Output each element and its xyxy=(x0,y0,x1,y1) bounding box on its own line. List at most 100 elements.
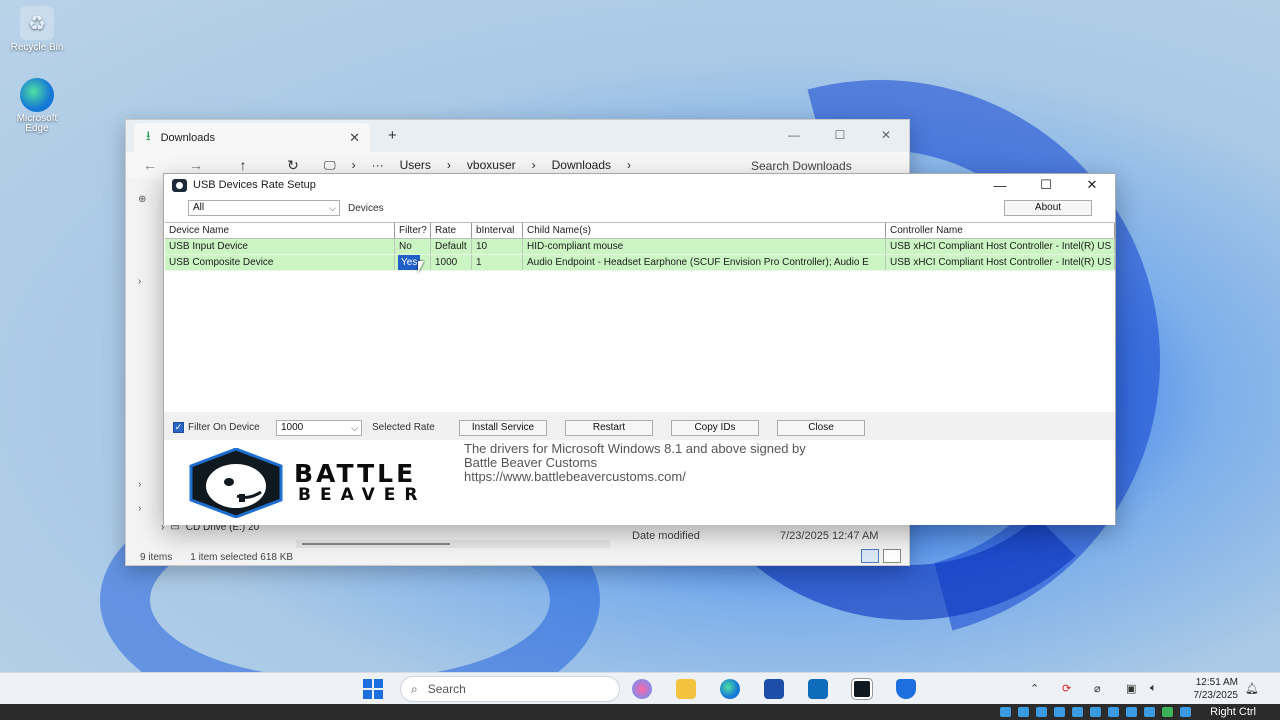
more-icon[interactable]: ··· xyxy=(372,158,384,172)
cell-child[interactable]: HID-compliant mouse xyxy=(523,239,886,254)
restart-button[interactable]: Restart xyxy=(565,420,653,436)
column-header-date-modified[interactable]: Date modified xyxy=(632,530,700,542)
close-icon[interactable]: ✕ xyxy=(1069,174,1115,196)
cell-child[interactable]: Audio Endpoint - Headset Earphone (SCUF … xyxy=(523,255,886,270)
add-icon[interactable]: ⊕ xyxy=(138,194,146,205)
table-row[interactable]: USB Input Device No Default 10 HID-compl… xyxy=(165,239,1115,255)
chevron-right-icon: › xyxy=(446,158,451,172)
beaver-app-icon xyxy=(172,178,187,192)
vm-optical-icon[interactable] xyxy=(1018,707,1029,717)
close-icon[interactable]: ✕ xyxy=(863,120,909,150)
cell-filter-selected[interactable]: Yes xyxy=(398,255,421,270)
info-line: Battle Beaver Customs xyxy=(464,455,597,470)
explorer-tab[interactable]: ⭳ Downloads ✕ xyxy=(134,123,370,152)
column-header[interactable]: Child Name(s) xyxy=(523,223,886,238)
up-icon[interactable]: ↑ xyxy=(218,157,268,173)
rate-select[interactable]: 1000 ⌵ xyxy=(276,420,362,436)
table-row[interactable]: USB Composite Device Yes 1000 1 Audio En… xyxy=(165,255,1115,271)
taskbar-search-label: Search xyxy=(427,682,466,696)
minimize-icon[interactable]: — xyxy=(771,120,817,150)
date-modified-value: 7/23/2025 12:47 AM xyxy=(780,530,879,542)
about-panel: BATTLE BEAVER The drivers for Microsoft … xyxy=(164,440,1115,525)
refresh-icon[interactable]: ↻ xyxy=(268,157,318,174)
outlook-icon[interactable] xyxy=(808,679,828,699)
maximize-icon[interactable]: ☐ xyxy=(1023,174,1069,196)
cell-binterval[interactable]: 10 xyxy=(472,239,523,254)
column-header[interactable]: Rate xyxy=(431,223,472,238)
breadcrumb-item[interactable]: Downloads xyxy=(552,158,611,172)
cell-device[interactable]: USB Input Device xyxy=(165,239,395,254)
vm-shared-folder-icon[interactable] xyxy=(1090,707,1101,717)
table-header: Device Name Filter? Rate bInterval Child… xyxy=(165,223,1115,239)
close-icon[interactable]: ✕ xyxy=(349,130,360,146)
website-link[interactable]: https://www.battlebeavercustoms.com/ xyxy=(464,470,806,484)
file-explorer-icon[interactable] xyxy=(676,679,696,699)
vm-hdd-icon[interactable] xyxy=(1000,707,1011,717)
notification-bell-icon[interactable]: 🔔︎ xyxy=(1245,682,1259,695)
battle-beaver-wordmark: BATTLE BEAVER xyxy=(294,461,426,504)
about-button[interactable]: About xyxy=(1004,200,1092,216)
details-view-button[interactable] xyxy=(861,549,879,563)
taskbar-search[interactable]: ⌕ Search xyxy=(400,676,620,702)
cell-rate[interactable]: 1000 xyxy=(431,255,472,270)
vm-cpu-icon[interactable] xyxy=(1144,707,1155,717)
cell-filter[interactable]: No xyxy=(395,239,431,254)
cell-binterval[interactable]: 1 xyxy=(472,255,523,270)
chevron-right-icon[interactable]: › xyxy=(138,503,141,514)
start-icon[interactable] xyxy=(363,679,383,699)
filter-on-device-checkbox[interactable]: ✓ xyxy=(173,422,184,433)
edge-icon[interactable] xyxy=(720,679,740,699)
cell-device[interactable]: USB Composite Device xyxy=(165,255,395,270)
vm-usb-icon[interactable] xyxy=(1072,707,1083,717)
column-header[interactable]: Controller Name xyxy=(886,223,1115,238)
rate-select-value: 1000 xyxy=(281,422,304,433)
new-tab-button[interactable]: + xyxy=(388,127,397,144)
desktop-icon-edge[interactable]: Microsoft Edge xyxy=(2,78,72,134)
desktop-icon-label: Microsoft Edge xyxy=(16,113,58,134)
chevron-up-icon[interactable]: ⌃ xyxy=(1030,682,1039,695)
device-filter-select[interactable]: All ⌵ xyxy=(188,200,340,216)
column-header[interactable]: Filter? xyxy=(395,223,431,238)
horizontal-scrollbar[interactable] xyxy=(296,540,610,548)
column-header[interactable]: Device Name xyxy=(165,223,395,238)
vm-mouse-icon[interactable] xyxy=(1180,707,1191,717)
breadcrumb-item[interactable]: vboxuser xyxy=(467,158,516,172)
maximize-icon[interactable]: ☐ xyxy=(817,120,863,150)
cell-controller[interactable]: USB xHCI Compliant Host Controller - Int… xyxy=(886,239,1115,254)
display-icon[interactable]: ▣ xyxy=(1126,682,1136,695)
clock[interactable]: 12:51 AM 7/23/2025 xyxy=(1194,676,1239,702)
security-shield-icon[interactable] xyxy=(896,679,916,699)
network-icon[interactable]: ⌀ xyxy=(1094,682,1101,695)
forward-icon[interactable]: → xyxy=(174,157,218,173)
breadcrumb-item[interactable]: Users xyxy=(400,158,431,172)
speaker-icon[interactable]: 🔈︎ xyxy=(1150,682,1157,695)
minimize-icon[interactable]: — xyxy=(977,174,1023,196)
close-button[interactable]: Close xyxy=(777,420,865,436)
copy-ids-button[interactable]: Copy IDs xyxy=(671,420,759,436)
cell-rate[interactable]: Default xyxy=(431,239,472,254)
vm-display-icon[interactable] xyxy=(1108,707,1119,717)
sync-icon[interactable]: ⟳ xyxy=(1062,682,1071,695)
cell-controller[interactable]: USB xHCI Compliant Host Controller - Int… xyxy=(886,255,1115,270)
clock-date: 7/23/2025 xyxy=(1193,690,1239,701)
install-service-button[interactable]: Install Service xyxy=(459,420,547,436)
search-icon: ⌕ xyxy=(411,681,418,696)
vm-audio-icon[interactable] xyxy=(1036,707,1047,717)
back-icon[interactable]: ← xyxy=(126,157,174,173)
column-header[interactable]: bInterval xyxy=(472,223,523,238)
vm-network-icon[interactable] xyxy=(1054,707,1065,717)
vm-guest-additions-icon[interactable] xyxy=(1162,707,1173,717)
monitor-icon[interactable]: 🖵 xyxy=(324,158,336,173)
battle-beaver-taskbar-icon[interactable] xyxy=(852,679,872,699)
vm-status-bar: Right Ctrl xyxy=(0,704,1280,720)
usb-rate-setup-window: USB Devices Rate Setup — ☐ ✕ All ⌵ Devic… xyxy=(163,173,1116,525)
usb-controls-bar: ✓ Filter On Device 1000 ⌵ Selected Rate … xyxy=(164,412,1115,440)
store-icon[interactable] xyxy=(764,679,784,699)
desktop-icon-recycle-bin[interactable]: ♻ Recycle Bin xyxy=(2,6,72,53)
vm-recording-icon[interactable] xyxy=(1126,707,1137,717)
chevron-right-icon[interactable]: › xyxy=(138,479,141,490)
copilot-icon[interactable] xyxy=(632,679,652,699)
chevron-right-icon[interactable]: › xyxy=(138,276,141,287)
status-selected: 1 item selected xyxy=(190,552,258,563)
tiles-view-button[interactable] xyxy=(883,549,901,563)
